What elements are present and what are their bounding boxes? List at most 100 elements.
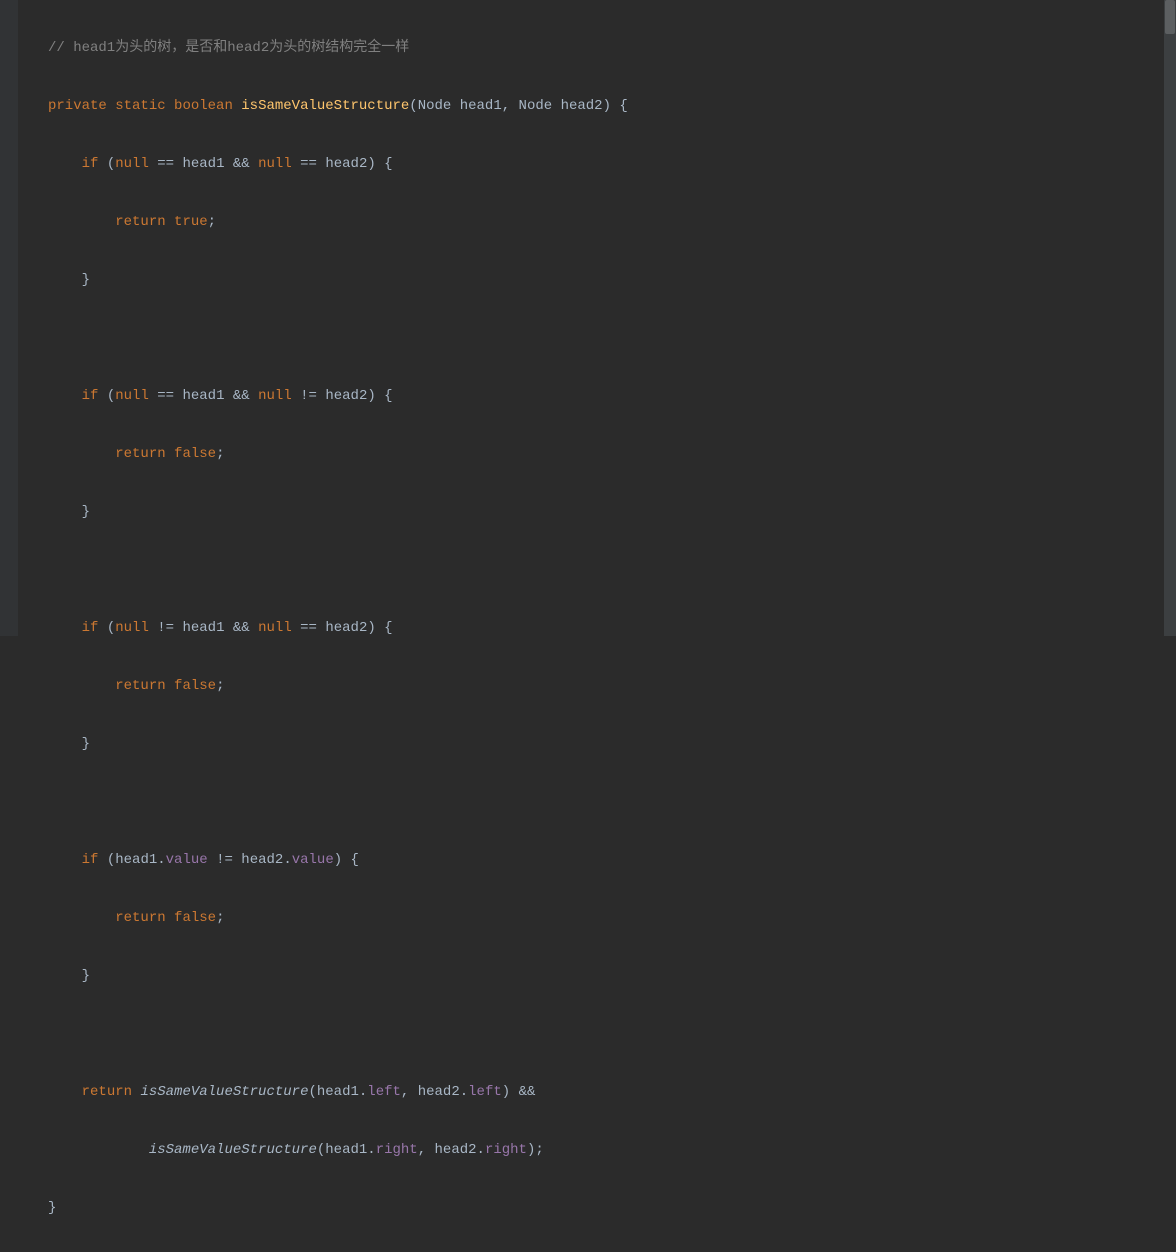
semicolon: ; <box>535 1142 543 1158</box>
dot: . <box>367 1142 375 1158</box>
brace-close: } <box>82 968 90 984</box>
op-neq: != <box>300 388 317 404</box>
keyword-null: null <box>258 620 292 636</box>
keyword-private: private <box>48 98 107 114</box>
scrollbar-track[interactable] <box>1164 0 1176 636</box>
paren-open: ( <box>308 1084 316 1100</box>
op-eq: == <box>157 388 174 404</box>
brace-open: { <box>619 98 627 114</box>
brace-open: { <box>351 852 359 868</box>
paren-close: ) <box>603 98 611 114</box>
op-and: && <box>233 620 250 636</box>
paren-close: ) <box>527 1142 535 1158</box>
comma: , <box>502 98 510 114</box>
code-line: } <box>48 1194 1176 1223</box>
brace-close: } <box>48 1200 56 1216</box>
keyword-return: return <box>115 910 165 926</box>
method-call: isSameValueStructure <box>149 1142 317 1158</box>
op-eq: == <box>157 156 174 172</box>
semicolon: ; <box>208 214 216 230</box>
var-head1: head1 <box>182 388 224 404</box>
code-line: if (null != head1 && null == head2) { <box>48 614 1176 643</box>
keyword-if: if <box>82 388 99 404</box>
comment-text: // head1为头的树，是否和head2为头的树结构完全一样 <box>48 40 409 56</box>
var-head1: head1 <box>317 1084 359 1100</box>
param-head2: head2 <box>561 98 603 114</box>
op-and: && <box>519 1084 536 1100</box>
brace-open: { <box>384 388 392 404</box>
semicolon: ; <box>216 446 224 462</box>
op-and: && <box>233 388 250 404</box>
var-head2: head2 <box>435 1142 477 1158</box>
paren-close: ) <box>367 156 375 172</box>
keyword-return: return <box>115 446 165 462</box>
paren-open: ( <box>409 98 417 114</box>
var-head2: head2 <box>325 388 367 404</box>
paren-close: ) <box>367 388 375 404</box>
comma: , <box>401 1084 409 1100</box>
code-line: return true; <box>48 208 1176 237</box>
brace-open: { <box>384 156 392 172</box>
brace-close: } <box>82 272 90 288</box>
var-head2: head2 <box>241 852 283 868</box>
paren-close: ) <box>367 620 375 636</box>
paren-open: ( <box>317 1142 325 1158</box>
code-line: return false; <box>48 672 1176 701</box>
var-head1: head1 <box>325 1142 367 1158</box>
var-head1: head1 <box>182 156 224 172</box>
keyword-boolean: boolean <box>174 98 233 114</box>
type-node: Node <box>418 98 452 114</box>
field-value: value <box>292 852 334 868</box>
editor-gutter <box>0 0 18 636</box>
keyword-true: true <box>174 214 208 230</box>
paren-open: ( <box>107 852 115 868</box>
code-line: return false; <box>48 904 1176 933</box>
op-neq: != <box>157 620 174 636</box>
dot: . <box>477 1142 485 1158</box>
code-line: private static boolean isSameValueStruct… <box>48 92 1176 121</box>
code-line <box>48 788 1176 817</box>
keyword-static: static <box>115 98 165 114</box>
code-line <box>48 1020 1176 1049</box>
method-declaration: isSameValueStructure <box>241 98 409 114</box>
code-line: if (head1.value != head2.value) { <box>48 846 1176 875</box>
op-neq: != <box>216 852 233 868</box>
paren-open: ( <box>107 620 115 636</box>
keyword-null: null <box>115 388 149 404</box>
code-line: if (null == head1 && null == head2) { <box>48 150 1176 179</box>
field-right: right <box>376 1142 418 1158</box>
dot: . <box>157 852 165 868</box>
field-right: right <box>485 1142 527 1158</box>
keyword-null: null <box>258 156 292 172</box>
keyword-false: false <box>174 446 216 462</box>
dot: . <box>460 1084 468 1100</box>
paren-close: ) <box>334 852 342 868</box>
var-head1: head1 <box>182 620 224 636</box>
op-eq: == <box>300 620 317 636</box>
code-editor[interactable]: // head1为头的树，是否和head2为头的树结构完全一样 private … <box>0 0 1176 1252</box>
var-head2: head2 <box>325 620 367 636</box>
keyword-false: false <box>174 910 216 926</box>
keyword-null: null <box>115 620 149 636</box>
comma: , <box>418 1142 426 1158</box>
code-line: // head1为头的树，是否和head2为头的树结构完全一样 <box>48 34 1176 63</box>
keyword-false: false <box>174 678 216 694</box>
keyword-if: if <box>82 620 99 636</box>
keyword-if: if <box>82 852 99 868</box>
keyword-return: return <box>115 678 165 694</box>
method-call: isSameValueStructure <box>140 1084 308 1100</box>
code-line: } <box>48 730 1176 759</box>
brace-open: { <box>384 620 392 636</box>
type-node: Node <box>519 98 553 114</box>
var-head2: head2 <box>418 1084 460 1100</box>
paren-open: ( <box>107 156 115 172</box>
brace-close: } <box>82 504 90 520</box>
code-line: } <box>48 266 1176 295</box>
brace-close: } <box>82 736 90 752</box>
code-line: return false; <box>48 440 1176 469</box>
keyword-null: null <box>115 156 149 172</box>
scrollbar-thumb[interactable] <box>1165 0 1175 34</box>
keyword-return: return <box>82 1084 132 1100</box>
code-line: } <box>48 962 1176 991</box>
paren-close: ) <box>502 1084 510 1100</box>
